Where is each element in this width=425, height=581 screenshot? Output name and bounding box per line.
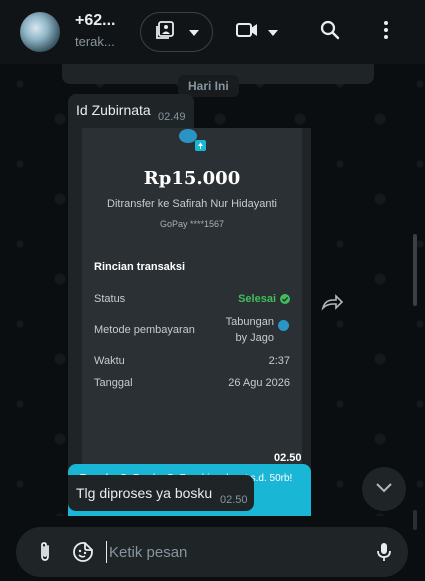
- chevron-down-icon: [268, 23, 278, 41]
- message-composer: [16, 527, 408, 577]
- status-value: Selesai: [238, 293, 290, 305]
- message-input[interactable]: [106, 541, 346, 563]
- scrollbar-thumb[interactable]: [413, 234, 417, 306]
- receipt-image: Rp15.000 Ditransfer ke Safirah Nur Hiday…: [82, 128, 302, 516]
- forward-icon[interactable]: [320, 292, 344, 312]
- message-bubble[interactable]: Tlg diproses ya bosku 02.50: [68, 475, 254, 511]
- recipient-account: GoPay ****1567: [159, 219, 225, 229]
- check-circle-icon: [280, 294, 290, 304]
- contact-status: terak...: [75, 34, 115, 49]
- voice-message-button[interactable]: [372, 540, 396, 564]
- search-icon: [320, 20, 340, 45]
- details-title: Rincian transaksi: [94, 261, 186, 273]
- message-bubble[interactable]: Id Zubirnata 02.49: [68, 94, 194, 128]
- paperclip-icon: [41, 542, 49, 561]
- detail-label: Status: [94, 293, 126, 305]
- transfer-logo-icon: [178, 128, 208, 154]
- message-time: 02.49: [158, 111, 186, 123]
- sticker-icon: [73, 542, 93, 562]
- scrollbar-track[interactable]: [413, 510, 417, 530]
- menu-button[interactable]: [374, 20, 398, 44]
- contact-name[interactable]: +62...: [75, 12, 115, 30]
- chevron-down-icon: [376, 480, 392, 498]
- message-time: 02.50: [220, 494, 248, 506]
- bank-logo-icon: [278, 320, 289, 331]
- gallery-icon: [155, 20, 175, 45]
- chevron-down-icon: [188, 23, 199, 41]
- message-text: Tlg diproses ya bosku: [76, 485, 213, 501]
- transfer-recipient: Ditransfer ke Safirah Nur Hidayanti: [107, 198, 277, 210]
- attach-button[interactable]: [33, 540, 57, 564]
- message-text: Id Zubirnata: [76, 102, 151, 118]
- transfer-amount: Rp15.000: [143, 168, 241, 189]
- detail-label: Waktu: [94, 355, 125, 367]
- detail-label: Tanggal: [94, 377, 133, 389]
- scroll-to-bottom-button[interactable]: [362, 467, 406, 511]
- video-call-icon: [236, 22, 258, 43]
- detail-value: 26 Agu 2026: [228, 377, 290, 389]
- microphone-icon: [377, 543, 391, 561]
- sticker-button[interactable]: [71, 540, 95, 564]
- message-time: 02.50: [274, 452, 302, 464]
- video-call-button[interactable]: [232, 12, 282, 52]
- message-list[interactable]: Hari Ini Id Zubirnata 02.49 Rp15.000 Dit…: [0, 64, 425, 516]
- media-gallery-button[interactable]: [140, 12, 213, 52]
- avatar[interactable]: [20, 12, 60, 52]
- detail-value: 2:37: [268, 355, 290, 367]
- more-vert-icon: [383, 20, 389, 45]
- payment-method-line2: by Jago: [235, 332, 274, 344]
- search-button[interactable]: [318, 20, 342, 44]
- payment-method-line1: Tabungan: [225, 316, 274, 328]
- chat-header: +62... terak...: [0, 0, 425, 64]
- status-text: Selesai: [238, 293, 276, 305]
- detail-label: Metode pembayaran: [94, 324, 195, 336]
